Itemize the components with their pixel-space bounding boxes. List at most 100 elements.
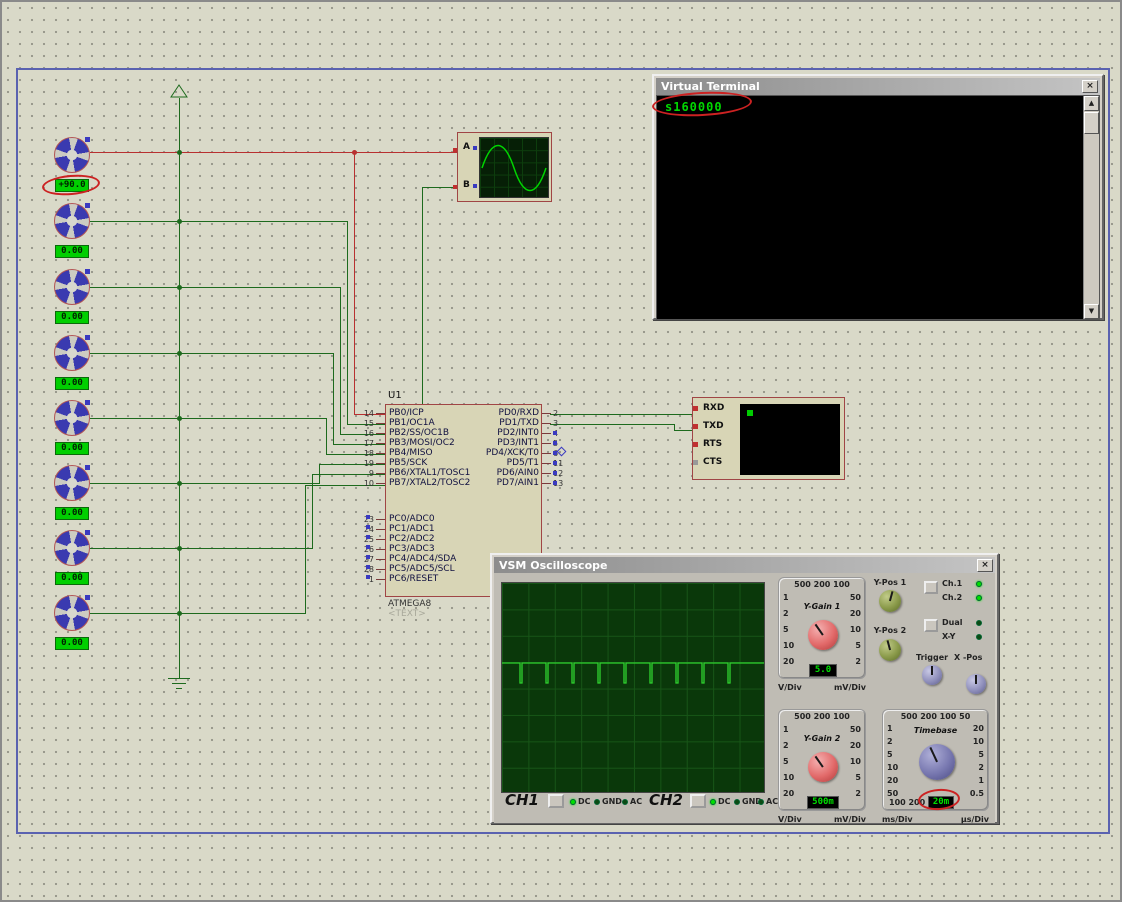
ch2-dc[interactable]: DC	[710, 797, 731, 806]
terminal-scrollbar[interactable]: ▲ ▼	[1083, 96, 1099, 319]
pin-marker	[366, 555, 370, 559]
pin-row[interactable]: 26PC3/ADC3	[356, 544, 456, 554]
motor-terminal	[85, 203, 90, 208]
compim-component[interactable]: RXD TXD RTS CTS	[692, 397, 845, 480]
wire	[422, 187, 457, 188]
junction-dot	[177, 351, 182, 356]
ygain1-knob[interactable]	[808, 620, 838, 650]
pin-name: PC6/RESET	[385, 574, 438, 584]
scroll-thumb[interactable]	[1084, 112, 1099, 134]
ch1-dc[interactable]: DC	[570, 797, 591, 806]
ypos2-knob[interactable]	[879, 639, 901, 661]
ch1-label: CH1	[505, 791, 539, 809]
servo-motor-4[interactable]: 0.00	[54, 335, 90, 371]
pin-row[interactable]: 15PB1/OC1A	[356, 418, 470, 428]
scroll-up-icon[interactable]: ▲	[1084, 96, 1099, 111]
pin-stub	[542, 473, 551, 474]
pin-name: PD0/RXD	[460, 408, 542, 418]
timebase-title: Timebase	[883, 726, 988, 735]
pin-row[interactable]: 16PB2/SS/OC1B	[356, 428, 470, 438]
pin-stub	[376, 519, 385, 520]
ygain1-value: 5.0	[809, 664, 837, 677]
pin-row[interactable]: PD1/TXD3	[460, 418, 573, 428]
pin-row[interactable]: 25PC2/ADC2	[356, 534, 456, 544]
scroll-down-icon[interactable]: ▼	[1084, 304, 1099, 319]
ypos1-label: Y-Pos 1	[866, 578, 914, 587]
oscilloscope-titlebar[interactable]: VSM Oscilloscope ×	[494, 557, 995, 573]
compim-pin-label: RTS	[703, 439, 722, 449]
toggle-xy[interactable]: X-Y	[942, 632, 955, 641]
toggle-dual[interactable]: Dual	[942, 618, 962, 627]
servo-motor-6[interactable]: 0.00	[54, 465, 90, 501]
ch1-ac[interactable]: AC	[622, 797, 642, 806]
pin-row[interactable]: 18PB4/MISO	[356, 448, 470, 458]
toggle-label: Dual	[942, 618, 962, 627]
graph-component[interactable]: A B	[457, 132, 552, 202]
close-icon[interactable]: ×	[977, 559, 993, 572]
wire	[340, 287, 341, 435]
toggle-ch2[interactable]: Ch.2	[942, 593, 962, 602]
servo-motor-8[interactable]: 0.00	[54, 595, 90, 631]
terminal-screen[interactable]: s160000 ▲ ▼	[656, 95, 1100, 320]
trigger-knob[interactable]	[922, 665, 942, 685]
pin-row[interactable]: 17PB3/MOSI/OC2	[356, 438, 470, 448]
pin-row[interactable]: 1PC6/RESET	[356, 574, 456, 584]
ygain2-knob[interactable]	[808, 752, 838, 782]
pin-stub	[376, 473, 385, 474]
toggle-ch1[interactable]: Ch.1	[942, 579, 962, 588]
ch1-gnd[interactable]: GND	[594, 797, 622, 806]
mcu-pins-portc: 23PC0/ADC0 24PC1/ADC1 25PC2/ADC2 26PC3/A…	[356, 514, 456, 584]
servo-motor-5[interactable]: 0.00	[54, 400, 90, 436]
pin-stub	[542, 423, 551, 424]
pin-row[interactable]: 19PB5/SCK	[356, 458, 470, 468]
wire	[90, 152, 457, 153]
vsm-oscilloscope-window[interactable]: VSM Oscilloscope × CH1 DC GND AC CH2 DC …	[490, 553, 999, 824]
dual-xy-toggle-button[interactable]	[924, 619, 938, 632]
pin-row[interactable]: 24PC1/ADC1	[356, 524, 456, 534]
oscilloscope-title: VSM Oscilloscope	[499, 559, 607, 572]
coupling-label: AC	[630, 797, 642, 806]
pin-number: 2	[551, 409, 571, 418]
xpos-knob[interactable]	[966, 674, 986, 694]
close-icon[interactable]: ×	[1082, 80, 1098, 93]
coupling-label: GND	[602, 797, 622, 806]
pin-name: PB7/XTAL2/TOSC2	[385, 478, 470, 488]
ch1-ch2-toggle-button[interactable]	[924, 581, 938, 594]
compim-cursor	[747, 410, 753, 416]
motor-icon	[54, 203, 90, 239]
servo-motor-7[interactable]: 0.00	[54, 530, 90, 566]
pin-row[interactable]: 28PC5/ADC5/SCL	[356, 564, 456, 574]
pin-row[interactable]: 23PC0/ADC0	[356, 514, 456, 524]
led-icon	[622, 799, 628, 805]
servo-motor-1[interactable]: +90.0	[54, 137, 90, 173]
motor-terminal	[85, 400, 90, 405]
servo-motor-3[interactable]: 0.00	[54, 269, 90, 305]
wire	[90, 287, 341, 288]
ch1-coupling-button[interactable]	[548, 794, 564, 808]
pin-row[interactable]: 9PB6/XTAL1/TOSC1	[356, 468, 470, 478]
pin-stub	[376, 443, 385, 444]
motor-angle-display: 0.00	[55, 507, 89, 520]
motor-icon	[54, 400, 90, 436]
led-icon	[976, 595, 982, 601]
ypos1-knob[interactable]	[879, 590, 901, 612]
led-icon	[594, 799, 600, 805]
pin-stub	[376, 423, 385, 424]
servo-motor-2[interactable]: 0.00	[54, 203, 90, 239]
ch2-ac[interactable]: AC	[758, 797, 778, 806]
motor-angle-display: 0.00	[55, 442, 89, 455]
ch2-coupling-button[interactable]	[690, 794, 706, 808]
pin-stub	[376, 539, 385, 540]
wire	[179, 98, 180, 678]
pin-marker	[553, 481, 557, 485]
pin-marker	[366, 535, 370, 539]
timebase-knob[interactable]	[919, 744, 955, 780]
pin-row[interactable]: 27PC4/ADC4/SDA	[356, 554, 456, 564]
mcu-pins-portd: PD0/RXD2 PD1/TXD3 PD2/INT04 PD3/INT15 PD…	[460, 408, 573, 488]
pin-row[interactable]: 14PB0/ICP	[356, 408, 470, 418]
pin-row[interactable]: 10PB7/XTAL2/TOSC2	[356, 478, 470, 488]
proteus-schematic-canvas[interactable]: +90.0 0.00 0.00 0.00 0.00 0.00 0.00 0.00…	[0, 0, 1122, 902]
pin-row[interactable]: PD0/RXD 2	[460, 408, 573, 418]
pin-stub	[542, 463, 551, 464]
ygain2-units: V/Div mV/Div	[778, 815, 866, 824]
